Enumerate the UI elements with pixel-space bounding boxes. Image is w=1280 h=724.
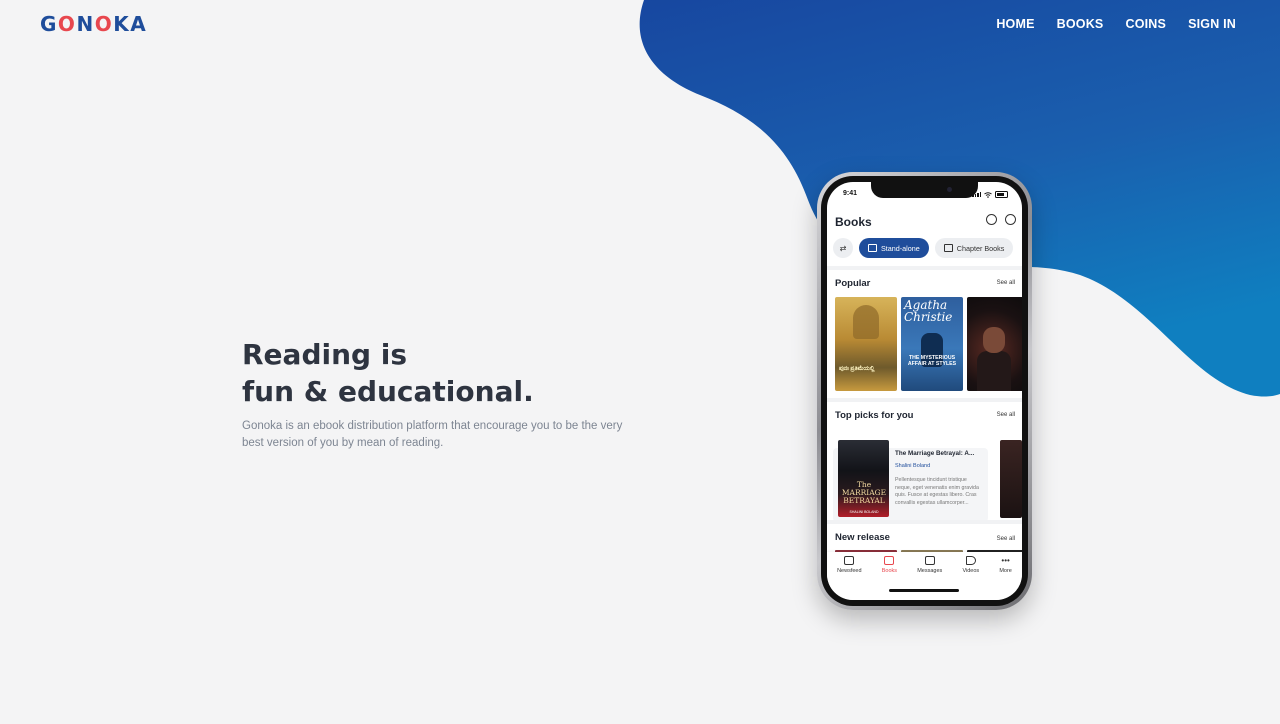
books-page-title: Books: [835, 215, 872, 229]
status-time: 9:41: [843, 190, 858, 197]
hero-title: Reading is fun & educational.: [242, 336, 642, 410]
bottom-tab-bar: Newsfeed Books Messages Videos ••• More: [827, 552, 1022, 600]
cover-title: THE MYSTERIOUS AFFAIR AT STYLES: [907, 355, 957, 367]
tab-more-label: More: [999, 568, 1012, 574]
nav-home[interactable]: HOME: [996, 17, 1034, 31]
logo-letter: O: [94, 12, 114, 36]
section-divider: [827, 520, 1022, 524]
message-icon: [924, 556, 935, 565]
tab-messages-label: Messages: [917, 568, 943, 574]
book-cover[interactable]: Agatha Christie THE MYSTERIOUS AFFAIR AT …: [901, 297, 963, 391]
tab-newsfeed-label: Newsfeed: [837, 568, 862, 574]
next-pick-cover[interactable]: [1000, 440, 1022, 518]
cover-figure: [853, 305, 879, 339]
new-release-title: New release: [835, 532, 890, 543]
more-icon: •••: [1001, 556, 1010, 565]
cover-face: [983, 327, 1005, 353]
translate-icon[interactable]: ⇄: [833, 238, 853, 258]
hero-section: Reading is fun & educational. Gonoka is a…: [242, 336, 642, 451]
new-release-see-all[interactable]: See all: [997, 536, 1015, 542]
tab-books[interactable]: Books: [882, 556, 897, 600]
popular-covers: ಪುನಃ ಪ್ರತಿಮೆಯಲ್ಲಿ Agatha Christie THE MYS…: [835, 297, 1022, 391]
logo-letter: N: [76, 12, 95, 36]
tab-videos-label: Videos: [962, 568, 980, 574]
phone-mockup: 9:41 Books ⇄ Stand-alone Chapter Books P…: [817, 172, 1032, 610]
tab-videos[interactable]: Videos: [962, 556, 979, 600]
cover-title: The MARRIAGE BETRAYAL: [841, 480, 887, 505]
section-divider: [827, 398, 1022, 402]
chip-standalone[interactable]: Stand-alone: [859, 238, 929, 258]
hero-title-line2: fun & educational.: [242, 375, 534, 408]
logo-letter: O: [57, 12, 77, 36]
history-icon[interactable]: [986, 214, 997, 225]
pick-description: Pellentesque tincidunt tristique neque, …: [895, 477, 979, 506]
tab-newsfeed[interactable]: Newsfeed: [837, 556, 862, 600]
nav-books[interactable]: BOOKS: [1057, 17, 1104, 31]
cover-author: Agatha Christie: [904, 298, 953, 324]
book-icon: [884, 556, 895, 565]
chip-standalone-label: Stand-alone: [881, 243, 920, 253]
popular-see-all[interactable]: See all: [997, 280, 1015, 286]
nav-sign-in[interactable]: SIGN IN: [1188, 17, 1236, 31]
header-icons: [986, 214, 1016, 225]
play-icon: [965, 556, 976, 565]
chapter-icon: [943, 244, 953, 252]
search-icon[interactable]: [1005, 214, 1016, 225]
book-icon: [868, 244, 877, 252]
wifi-icon: [984, 191, 992, 198]
signal-icon: [972, 192, 981, 197]
book-cover[interactable]: [967, 297, 1022, 391]
cover-author: SHALINI BOLAND: [849, 510, 879, 514]
main-nav: HOME BOOKS COINS SIGN IN: [996, 17, 1236, 31]
popular-title: Popular: [835, 278, 871, 289]
cover-figure: [977, 351, 1011, 391]
pick-meta: The Marriage Betrayal: A... Shalini Bola…: [895, 450, 983, 507]
pick-title: The Marriage Betrayal: A...: [895, 450, 975, 457]
phone-screen: 9:41 Books ⇄ Stand-alone Chapter Books P…: [827, 182, 1022, 600]
logo-letter: KA: [113, 12, 148, 36]
top-picks-title: Top picks for you: [835, 410, 914, 421]
logo-letter: G: [40, 12, 58, 36]
home-icon: [844, 556, 855, 565]
category-chips: ⇄ Stand-alone Chapter Books: [833, 238, 1014, 258]
book-cover[interactable]: ಪುನಃ ಪ್ರತಿಮೆಯಲ್ಲಿ: [835, 297, 897, 391]
tab-more[interactable]: ••• More: [999, 556, 1012, 600]
home-indicator: [889, 589, 959, 592]
battery-icon: [995, 191, 1008, 198]
book-cover: The MARRIAGE BETRAYAL SHALINI BOLAND: [838, 440, 889, 517]
chip-chapter-label: Chapter Books: [956, 243, 1005, 253]
gonoka-logo[interactable]: GONOKA: [40, 12, 147, 36]
hero-title-line1: Reading is: [242, 338, 408, 371]
top-picks-see-all[interactable]: See all: [997, 412, 1015, 418]
cover-title: ಪುನಃ ಪ್ರತಿಮೆಯಲ್ಲಿ: [839, 366, 875, 372]
tab-books-label: Books: [881, 568, 898, 574]
hero-description: Gonoka is an ebook distribution platform…: [242, 420, 623, 449]
nav-coins[interactable]: COINS: [1125, 17, 1166, 31]
status-icons: [972, 191, 1008, 198]
camera-icon: [947, 187, 952, 192]
phone-notch: [871, 182, 978, 198]
chip-chapter-books[interactable]: Chapter Books: [934, 238, 1014, 258]
tab-messages[interactable]: Messages: [917, 556, 942, 600]
top-pick-card[interactable]: The MARRIAGE BETRAYAL SHALINI BOLAND The…: [833, 440, 988, 522]
pick-author: Shalini Boland: [895, 463, 931, 469]
section-divider: [827, 266, 1022, 270]
